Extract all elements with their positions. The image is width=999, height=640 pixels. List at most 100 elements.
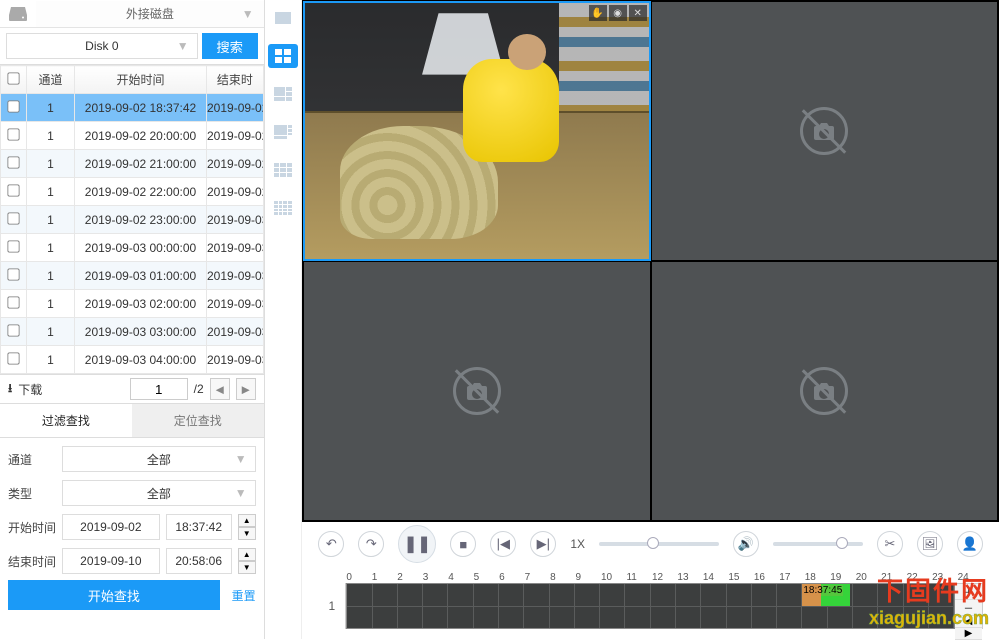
layout-1-button[interactable] bbox=[268, 6, 298, 30]
table-row[interactable]: 12019-09-02 22:00:002019-09-02 bbox=[1, 178, 264, 206]
timeline-scroll-right[interactable]: ▶ bbox=[955, 628, 982, 640]
table-row[interactable]: 12019-09-03 04:00:002019-09-03 bbox=[1, 346, 264, 374]
ruler-tick: 16 bbox=[754, 572, 779, 583]
header-start[interactable]: 开始时间 bbox=[75, 66, 207, 94]
header-check[interactable] bbox=[1, 66, 27, 94]
snapshot-button[interactable]: 🖼 bbox=[917, 531, 943, 557]
volume-button[interactable]: 🔊 bbox=[733, 531, 759, 557]
timeline-track[interactable]: 18:37:45 bbox=[346, 583, 955, 629]
end-date-field[interactable]: 2019-09-10 bbox=[62, 548, 160, 574]
ruler-tick: 23 bbox=[932, 572, 957, 583]
table-row[interactable]: 12019-09-03 01:00:002019-09-03 bbox=[1, 262, 264, 290]
ruler-tick: 11 bbox=[626, 572, 651, 583]
layout-9-button[interactable] bbox=[268, 158, 298, 182]
source-select[interactable]: 外接磁盘 ▼ bbox=[36, 1, 264, 27]
end-time-stepper[interactable]: ▲▼ bbox=[238, 548, 256, 574]
chevron-down-icon: ▼ bbox=[242, 7, 254, 21]
video-cell-1[interactable]: ✋ ◉ ✕ bbox=[303, 1, 650, 261]
redo-button[interactable]: ↷ bbox=[358, 531, 384, 557]
start-time-field[interactable]: 18:37:42 bbox=[166, 514, 232, 540]
video-feed: ✋ ◉ ✕ bbox=[305, 3, 648, 259]
playback-controls: ↶ ↷ ❚❚ ■ |◀ ▶| 1X 🔊 ✂ 🖼 👤 bbox=[302, 522, 999, 566]
reset-link[interactable]: 重置 bbox=[232, 587, 256, 604]
speed-slider[interactable] bbox=[599, 542, 719, 546]
layout-6-button[interactable] bbox=[268, 82, 298, 106]
page-input[interactable] bbox=[130, 378, 188, 400]
source-row: 外接磁盘 ▼ bbox=[0, 0, 264, 28]
prev-frame-button[interactable]: |◀ bbox=[490, 531, 516, 557]
ruler-tick: 2 bbox=[397, 572, 422, 583]
no-signal-icon bbox=[800, 367, 848, 415]
table-row[interactable]: 12019-09-02 23:00:002019-09-03 bbox=[1, 206, 264, 234]
video-cell-3[interactable] bbox=[303, 261, 650, 521]
pause-button[interactable]: ❚❚ bbox=[398, 525, 436, 563]
no-signal-icon bbox=[453, 367, 501, 415]
search-tabs: 过滤查找 定位查找 bbox=[0, 404, 264, 438]
end-time-label: 结束时间 bbox=[8, 553, 56, 570]
next-frame-button[interactable]: ▶| bbox=[530, 531, 556, 557]
page-next-button[interactable]: ► bbox=[236, 378, 256, 400]
main-panel: ✋ ◉ ✕ ↶ ↷ ❚❚ ■ |◀ ▶| 1X 🔊 ✂ 🖼 👤 bbox=[302, 0, 999, 639]
ruler-tick: 5 bbox=[474, 572, 499, 583]
tab-filter[interactable]: 过滤查找 bbox=[0, 404, 132, 437]
video-cell-2[interactable] bbox=[651, 1, 998, 261]
timeline-zoom-in[interactable]: ＋ bbox=[955, 584, 982, 600]
header-channel[interactable]: 通道 bbox=[27, 66, 75, 94]
ruler-tick: 19 bbox=[830, 572, 855, 583]
table-row[interactable]: 12019-09-03 03:00:002019-09-03 bbox=[1, 318, 264, 346]
header-end[interactable]: 结束时 bbox=[207, 66, 264, 94]
video-cell-4[interactable] bbox=[651, 261, 998, 521]
channel-select[interactable]: 全部 ▼ bbox=[62, 446, 256, 472]
download-row: ⭳ 下载 /2 ◄ ► bbox=[0, 374, 264, 404]
ruler-tick: 21 bbox=[881, 572, 906, 583]
download-label[interactable]: 下载 bbox=[18, 381, 42, 398]
table-row[interactable]: 12019-09-03 00:00:002019-09-03 bbox=[1, 234, 264, 262]
layout-8-button[interactable] bbox=[268, 120, 298, 144]
ruler-tick: 14 bbox=[703, 572, 728, 583]
chevron-down-icon: ▼ bbox=[235, 486, 247, 500]
timeline-zoom: ＋ － ◀ ▶ bbox=[955, 583, 983, 629]
page-total: /2 bbox=[194, 382, 204, 396]
timeline-scroll-left[interactable]: ◀ bbox=[955, 616, 982, 628]
ruler-tick: 9 bbox=[576, 572, 601, 583]
source-label: 外接磁盘 bbox=[126, 5, 174, 22]
type-label: 类型 bbox=[8, 485, 56, 502]
clip-button[interactable]: ✂ bbox=[877, 531, 903, 557]
ruler-tick: 12 bbox=[652, 572, 677, 583]
ruler-tick: 8 bbox=[550, 572, 575, 583]
type-select[interactable]: 全部 ▼ bbox=[62, 480, 256, 506]
left-panel: 外接磁盘 ▼ Disk 0 ▼ 搜索 通道 开始时间 结束时 12019-09-… bbox=[0, 0, 265, 639]
volume-slider[interactable] bbox=[773, 542, 863, 546]
ruler-tick: 3 bbox=[423, 572, 448, 583]
layout-16-button[interactable] bbox=[268, 196, 298, 220]
tab-locate[interactable]: 定位查找 bbox=[132, 404, 264, 437]
stop-button[interactable]: ■ bbox=[450, 531, 476, 557]
table-row[interactable]: 12019-09-02 18:37:422019-09-02 bbox=[1, 94, 264, 122]
user-button[interactable]: 👤 bbox=[957, 531, 983, 557]
ruler-tick: 0 bbox=[346, 572, 371, 583]
ruler-tick: 24 bbox=[958, 572, 983, 583]
chevron-down-icon: ▼ bbox=[235, 452, 247, 466]
layout-4-button[interactable] bbox=[268, 44, 298, 68]
timeline-zoom-out[interactable]: － bbox=[955, 600, 982, 616]
start-time-stepper[interactable]: ▲▼ bbox=[238, 514, 256, 540]
undo-button[interactable]: ↶ bbox=[318, 531, 344, 557]
end-time-field[interactable]: 20:58:06 bbox=[166, 548, 232, 574]
table-row[interactable]: 12019-09-02 21:00:002019-09-02 bbox=[1, 150, 264, 178]
start-time-label: 开始时间 bbox=[8, 519, 56, 536]
search-button[interactable]: 搜索 bbox=[202, 33, 258, 59]
ruler-tick: 10 bbox=[601, 572, 626, 583]
channel-label: 通道 bbox=[8, 451, 56, 468]
page-prev-button[interactable]: ◄ bbox=[210, 378, 230, 400]
hand-icon[interactable]: ✋ bbox=[589, 5, 607, 21]
disk-select[interactable]: Disk 0 ▼ bbox=[6, 33, 198, 59]
camera-icon[interactable]: ◉ bbox=[609, 5, 627, 21]
start-date-field[interactable]: 2019-09-02 bbox=[62, 514, 160, 540]
ruler-tick: 20 bbox=[856, 572, 881, 583]
start-search-button[interactable]: 开始查找 bbox=[8, 580, 220, 610]
table-row[interactable]: 12019-09-02 20:00:002019-09-02 bbox=[1, 122, 264, 150]
chevron-down-icon: ▼ bbox=[177, 39, 189, 53]
close-icon[interactable]: ✕ bbox=[629, 5, 647, 21]
table-row[interactable]: 12019-09-03 02:00:002019-09-03 bbox=[1, 290, 264, 318]
ruler-tick: 22 bbox=[907, 572, 932, 583]
